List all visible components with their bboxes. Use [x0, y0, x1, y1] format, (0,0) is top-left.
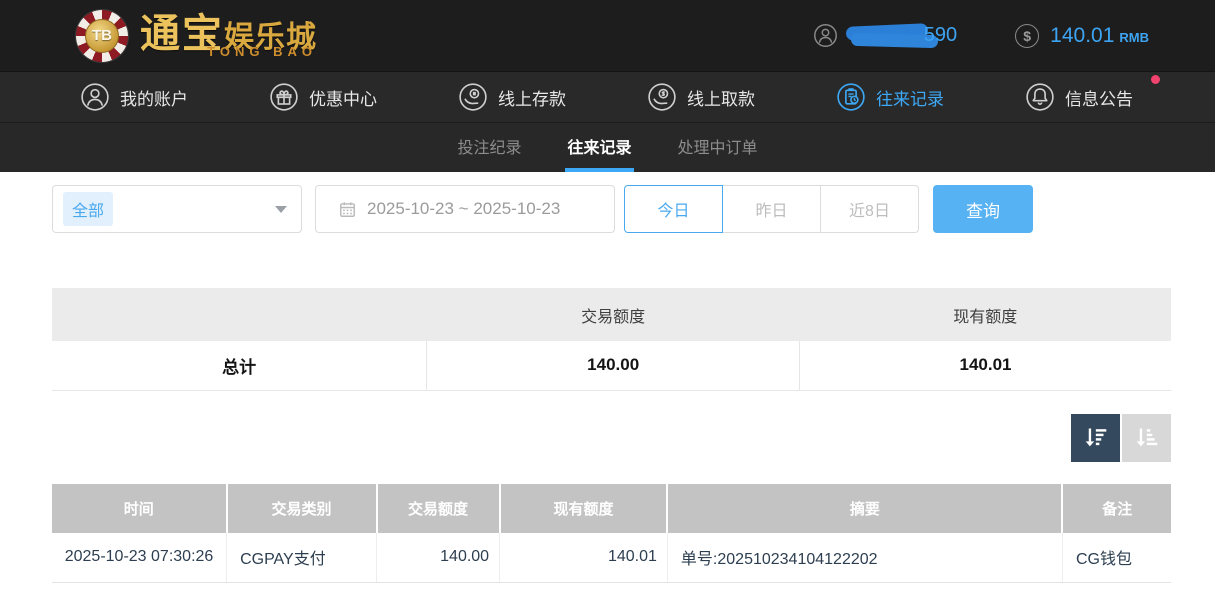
records-clipboard-icon — [836, 82, 866, 112]
table-row: 2025-10-23 07:30:26 CGPAY支付 140.00 140.0… — [52, 533, 1171, 583]
user-circle-icon — [80, 82, 110, 112]
tab-betting-records[interactable]: 投注纪录 — [455, 123, 523, 172]
summary-total-label: 总计 — [52, 341, 427, 390]
redacted-username-scribble — [846, 23, 932, 49]
notification-dot — [1151, 75, 1160, 84]
top-bar: TB 通宝娱乐城 TONG BAO 590 $ 140.01 RMB — [0, 0, 1215, 71]
summary-header-transaction-amount: 交易额度 — [427, 288, 800, 341]
col-header-balance: 现有额度 — [500, 484, 668, 533]
record-time: 2025-10-23 07:30:26 — [52, 533, 227, 583]
nav-item-deposit[interactable]: 线上存款 — [458, 82, 566, 112]
sort-desc-icon — [1082, 424, 1109, 451]
summary-header-empty — [52, 288, 427, 341]
col-header-amount: 交易额度 — [377, 484, 500, 533]
sort-controls — [52, 414, 1171, 462]
quick-range-group: 今日 昨日 近8日 — [624, 185, 919, 233]
date-range-input[interactable]: 2025-10-23 ~ 2025-10-23 — [315, 185, 615, 233]
balance-display: 140.01 RMB — [1050, 24, 1149, 48]
filter-row: 全部 2025-10-23 ~ 2025-10-23 今日 — [52, 185, 1171, 233]
withdraw-hand-icon — [647, 82, 677, 112]
date-range-value: 2025-10-23 ~ 2025-10-23 — [367, 199, 560, 219]
username-suffix: 590 — [924, 24, 957, 47]
content-area: 全部 2025-10-23 ~ 2025-10-23 今日 — [0, 172, 1215, 583]
tab-transaction-records[interactable]: 往来记录 — [565, 123, 633, 172]
brand-logo[interactable]: TB 通宝娱乐城 TONG BAO — [76, 10, 317, 62]
user-avatar-icon — [813, 23, 838, 48]
summary-total-balance: 140.01 — [799, 341, 1171, 390]
record-remark: CG钱包 — [1062, 533, 1171, 583]
record-type: CGPAY支付 — [227, 533, 377, 583]
nav-item-transaction-records[interactable]: 往来记录 — [836, 82, 944, 112]
nav-item-withdraw[interactable]: 线上取款 — [647, 82, 755, 112]
tab-pending-orders[interactable]: 处理中订单 — [676, 123, 760, 172]
calendar-icon — [338, 200, 357, 219]
nav-label: 我的账户 — [120, 85, 188, 110]
col-header-summary: 摘要 — [667, 484, 1062, 533]
chevron-down-icon — [275, 206, 287, 213]
account-bar: 590 $ 140.01 RMB — [813, 22, 1149, 50]
bell-icon — [1025, 82, 1055, 112]
col-header-type: 交易类别 — [227, 484, 377, 533]
summary-total-amount: 140.00 — [427, 341, 800, 390]
summary-total-row: 总计 140.00 140.01 — [52, 341, 1171, 390]
record-summary: 单号:202510234104122202 — [667, 533, 1062, 583]
nav-label: 往来记录 — [876, 85, 944, 110]
search-button[interactable]: 查询 — [933, 185, 1033, 233]
record-balance: 140.01 — [500, 533, 668, 583]
balance-amount: 140.01 — [1050, 24, 1114, 48]
col-header-time: 时间 — [52, 484, 227, 533]
record-amount: 140.00 — [377, 533, 500, 583]
nav-label: 优惠中心 — [309, 85, 377, 110]
sort-asc-icon — [1133, 424, 1160, 451]
sort-ascending-button[interactable] — [1122, 414, 1171, 462]
chip-label: TB — [85, 19, 119, 53]
summary-table: 交易额度 现有额度 总计 140.00 140.01 — [52, 288, 1171, 391]
summary-header-row: 交易额度 现有额度 — [52, 288, 1171, 341]
quick-range-today[interactable]: 今日 — [624, 185, 723, 233]
selected-type-tag[interactable]: 全部 — [63, 192, 113, 226]
nav-label: 信息公告 — [1065, 85, 1133, 110]
sort-descending-button[interactable] — [1071, 414, 1120, 462]
sub-nav: 投注纪录 往来记录 处理中订单 — [0, 122, 1215, 172]
records-header-row: 时间 交易类别 交易额度 现有额度 摘要 备注 — [52, 484, 1171, 533]
col-header-remark: 备注 — [1062, 484, 1171, 533]
records-table: 时间 交易类别 交易额度 现有额度 摘要 备注 2025-10-23 07:30… — [52, 484, 1171, 584]
balance-currency: RMB — [1119, 30, 1149, 45]
nav-item-announcements[interactable]: 信息公告 — [1025, 82, 1133, 112]
quick-range-yesterday[interactable]: 昨日 — [722, 185, 821, 233]
transaction-type-select[interactable]: 全部 — [52, 185, 302, 233]
username-display: 590 — [846, 22, 957, 50]
summary-header-current-balance: 现有额度 — [799, 288, 1171, 341]
quick-range-last8days[interactable]: 近8日 — [820, 185, 919, 233]
nav-item-my-account[interactable]: 我的账户 — [80, 82, 188, 112]
nav-label: 线上取款 — [687, 85, 755, 110]
main-nav: 我的账户 优惠中心 线上存款 — [0, 71, 1215, 122]
gift-icon — [269, 82, 299, 112]
casino-chip-icon: TB — [76, 10, 128, 62]
dollar-circle-icon: $ — [1015, 24, 1039, 48]
nav-item-promotions[interactable]: 优惠中心 — [269, 82, 377, 112]
deposit-hand-icon — [458, 82, 488, 112]
brand-text: 通宝娱乐城 TONG BAO — [140, 14, 317, 58]
nav-label: 线上存款 — [498, 85, 566, 110]
